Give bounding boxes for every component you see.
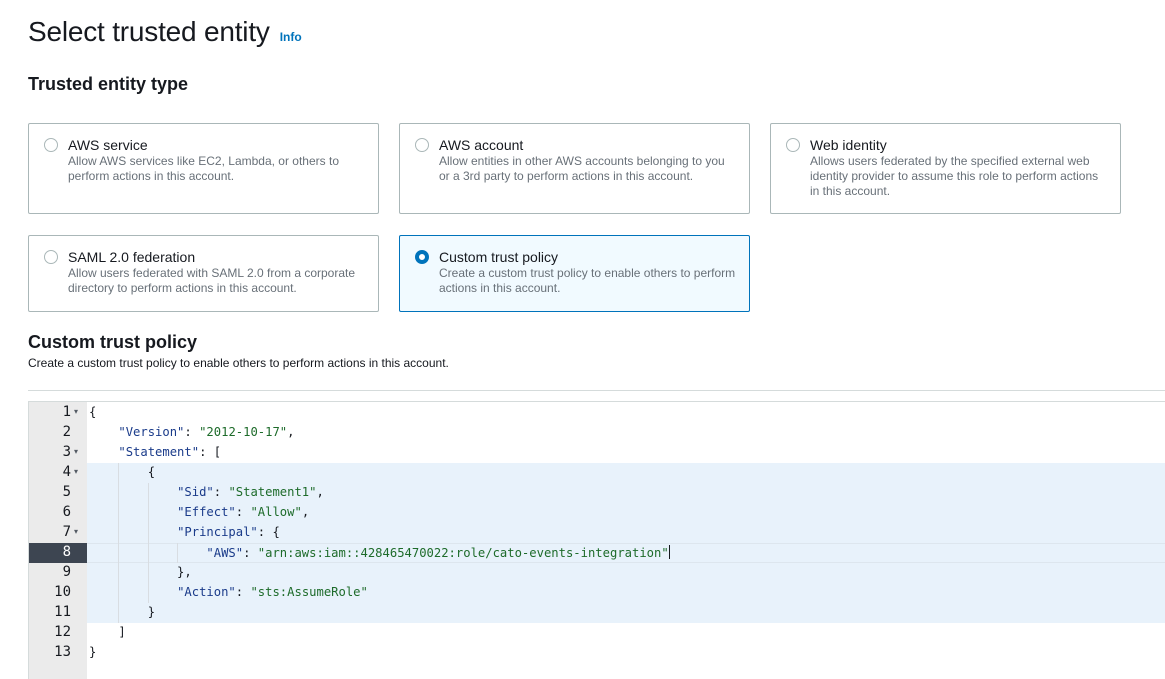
radio-aws-account[interactable] <box>415 138 429 152</box>
code-line-11[interactable]: 11 } <box>29 603 1165 623</box>
tile-aws-account[interactable]: AWS account Allow entities in other AWS … <box>399 123 750 214</box>
fold-chevron-icon[interactable]: ▾ <box>74 527 78 536</box>
code-text: ] <box>89 625 126 639</box>
line-number: 8 <box>62 544 71 560</box>
tile-saml-federation[interactable]: SAML 2.0 federation Allow users federate… <box>28 235 379 312</box>
tile-title: SAML 2.0 federation <box>68 249 196 265</box>
line-number: 7 <box>62 524 71 540</box>
code-text: { <box>89 465 156 479</box>
code-text: } <box>89 645 97 659</box>
line-highlight <box>87 463 1165 483</box>
code-text: "Version": "2012-10-17", <box>118 425 295 439</box>
code-line-3[interactable]: 3 ▾ "Statement": [ <box>29 443 1165 463</box>
info-link[interactable]: Info <box>280 30 302 44</box>
fold-chevron-icon[interactable]: ▾ <box>74 407 78 416</box>
tile-title: AWS account <box>439 137 524 153</box>
code-line-10[interactable]: 10 "Action": "sts:AssumeRole" <box>29 583 1165 603</box>
code-text: }, <box>89 565 192 579</box>
line-number: 1 <box>62 404 71 420</box>
code-line-9[interactable]: 9 }, <box>29 563 1165 583</box>
line-number: 13 <box>54 644 71 660</box>
divider <box>28 390 1165 391</box>
policy-json-editor[interactable]: 1 ▾{2 "Version": "2012-10-17", 3 ▾ "Stateme… <box>28 401 1165 679</box>
fold-chevron-icon[interactable]: ▾ <box>74 447 78 456</box>
tile-custom-trust-policy[interactable]: Custom trust policy Create a custom trus… <box>399 235 750 312</box>
page-title: Select trusted entity <box>28 16 270 47</box>
line-number: 6 <box>62 504 71 520</box>
code-text: "Action": "sts:AssumeRole" <box>177 585 368 599</box>
tile-description: Create a custom trust policy to enable o… <box>439 266 736 295</box>
tile-description: Allow users federated with SAML 2.0 from… <box>68 266 356 295</box>
code-line-13[interactable]: 13} <box>29 643 1165 663</box>
code-line-1[interactable]: 1 ▾ { <box>29 403 1165 423</box>
tile-aws-service[interactable]: AWS service Allow AWS services like EC2,… <box>28 123 379 214</box>
line-highlight <box>87 603 1165 623</box>
fold-chevron-icon[interactable]: ▾ <box>74 467 78 476</box>
code-text: "Effect": "Allow", <box>177 505 310 519</box>
radio-web-identity[interactable] <box>786 138 800 152</box>
tile-web-identity[interactable]: Web identity Allows users federated by t… <box>770 123 1121 214</box>
line-highlight <box>87 563 1165 583</box>
code-text: } <box>89 605 156 619</box>
radio-custom-trust-policy[interactable] <box>415 250 429 264</box>
text-caret <box>668 545 670 559</box>
code-line-7[interactable]: 7 ▾ "Principal": { <box>29 523 1165 543</box>
code-line-2[interactable]: 2 "Version": "2012-10-17", <box>29 423 1165 443</box>
code-line-6[interactable]: 6 "Effect": "Allow", <box>29 503 1165 523</box>
code-text: "AWS": "arn:aws:iam::428465470022:role/c… <box>206 545 670 560</box>
line-number: 9 <box>62 564 71 580</box>
line-number: 5 <box>62 484 71 500</box>
tile-description: Allows users federated by the specified … <box>810 154 1099 198</box>
line-number: 12 <box>54 624 71 640</box>
tile-title: AWS service <box>68 137 148 153</box>
line-number: 11 <box>54 604 71 620</box>
radio-saml-federation[interactable] <box>44 250 58 264</box>
code-line-5[interactable]: 5 "Sid": "Statement1", <box>29 483 1165 503</box>
code-line-8[interactable]: 8 "AWS": "arn:aws:iam::428465470022:role… <box>29 543 1165 563</box>
code-text: { <box>89 405 97 419</box>
custom-trust-policy-description: Create a custom trust policy to enable o… <box>28 356 449 370</box>
tile-description: Allow AWS services like EC2, Lambda, or … <box>68 154 339 183</box>
line-number: 4 <box>62 464 71 480</box>
custom-trust-policy-heading: Custom trust policy <box>28 332 198 352</box>
line-number: 3 <box>62 444 71 460</box>
line-number: 10 <box>54 584 71 600</box>
code-line-12[interactable]: 12 ] <box>29 623 1165 643</box>
tile-description: Allow entities in other AWS accounts bel… <box>439 154 725 183</box>
code-text: "Principal": { <box>177 525 280 539</box>
code-text: "Sid": "Statement1", <box>177 485 324 499</box>
tile-title: Web identity <box>810 137 887 153</box>
line-number: 2 <box>62 424 71 440</box>
code-line-4[interactable]: 4 ▾ { <box>29 463 1165 483</box>
radio-aws-service[interactable] <box>44 138 58 152</box>
trusted-entity-type-heading: Trusted entity type <box>28 74 189 94</box>
page-header: Select trusted entity Info <box>28 16 302 48</box>
tile-title: Custom trust policy <box>439 249 559 265</box>
code-text: "Statement": [ <box>118 445 222 459</box>
